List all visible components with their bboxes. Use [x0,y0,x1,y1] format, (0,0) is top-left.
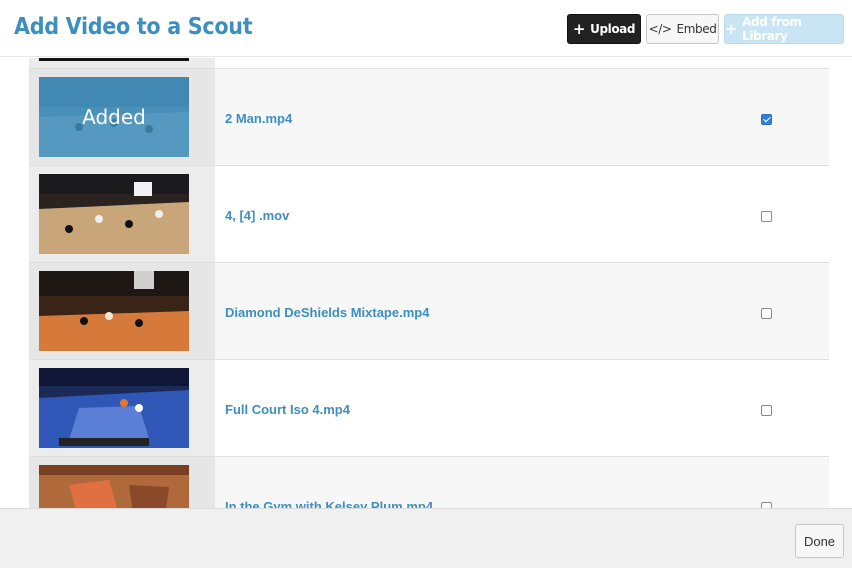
video-name-link[interactable]: 2 Man.mp4 [225,111,292,126]
video-thumbnail [39,465,189,508]
plus-icon: + [725,19,738,38]
thumb-cell [29,263,215,359]
thumb-cell [29,166,215,262]
embed-button[interactable]: </> Embed [646,14,719,44]
video-thumbnail [39,368,189,448]
modal-title: Add Video to a Scout [14,14,253,40]
video-select-checkbox[interactable] [761,114,772,125]
thumb-cell: Added [29,69,215,165]
video-name-link[interactable]: Full Court Iso 4.mp4 [225,402,350,417]
video-list[interactable]: Added 2 Man.mp4 4, [4] .mov Diamond DeSh… [0,58,852,508]
library-label: Add from Library [742,15,802,43]
thumb-cell [29,360,215,456]
video-row[interactable]: Full Court Iso 4.mp4 [29,359,829,456]
added-overlay: Added [39,77,189,157]
video-name-link[interactable]: 4, [4] .mov [225,208,289,223]
video-name-link[interactable]: Diamond DeShields Mixtape.mp4 [225,305,429,320]
modal-footer: Done [0,508,852,568]
video-select-checkbox[interactable] [761,308,772,319]
done-button[interactable]: Done [795,524,844,558]
video-row[interactable]: Diamond DeShields Mixtape.mp4 [29,262,829,359]
video-row[interactable]: Added 2 Man.mp4 [29,68,829,165]
code-icon: </> [648,22,672,36]
modal-header: Add Video to a Scout + Upload </> Embed … [0,0,852,57]
video-thumbnail [39,174,189,254]
video-thumbnail: Added [39,77,189,157]
previous-row-thumb [39,58,189,61]
video-row[interactable]: 4, [4] .mov [29,165,829,262]
video-thumbnail [39,271,189,351]
video-select-checkbox[interactable] [761,211,772,222]
video-name-link[interactable]: In the Gym with Kelsey Plum.mp4 [225,499,433,508]
embed-label: Embed [676,22,717,36]
video-row[interactable]: In the Gym with Kelsey Plum.mp4 [29,456,829,508]
video-select-checkbox[interactable] [761,405,772,416]
plus-icon: + [572,19,586,38]
thumb-cell [29,457,215,508]
add-from-library-button[interactable]: + Add from Library [724,14,844,44]
upload-button[interactable]: + Upload [567,14,641,44]
upload-label: Upload [590,22,636,36]
